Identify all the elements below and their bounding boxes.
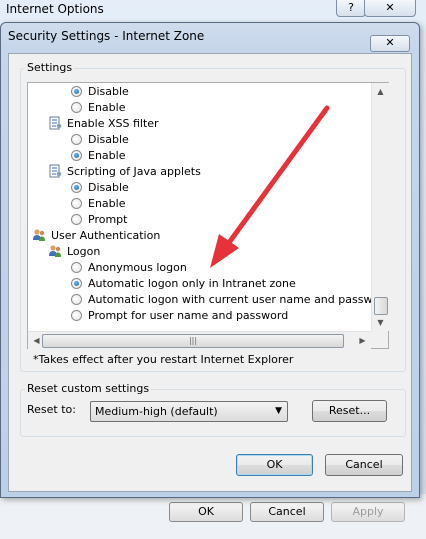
annotation-arrow xyxy=(210,105,330,268)
